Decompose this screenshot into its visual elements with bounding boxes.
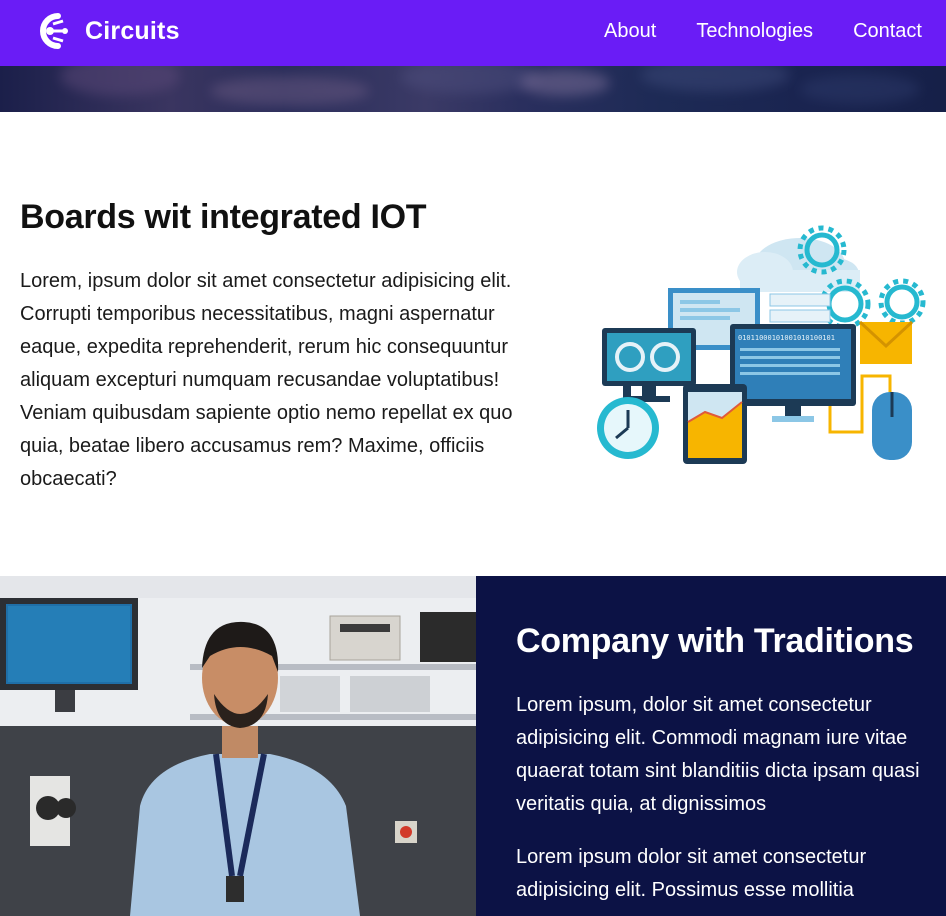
engineer-photo (0, 576, 476, 916)
iot-devices-illustration: 01011000101001010100101 (597, 225, 926, 464)
nav-link-technologies[interactable]: Technologies (696, 20, 813, 43)
iot-section-title: Boards wit integrated IOT (20, 198, 427, 236)
lab-scene (0, 576, 476, 916)
brand-name: Circuits (85, 16, 180, 45)
navbar: Circuits About Technologies Contact (0, 0, 946, 66)
company-paragraph-2: Lorem ipsum dolor sit amet consectetur a… (516, 846, 867, 901)
nav-link-about[interactable]: About (604, 20, 656, 43)
company-section-title: Company with Traditions (516, 622, 914, 660)
nav-link-contact[interactable]: Contact (853, 20, 922, 43)
nav-links: About Technologies Contact (564, 20, 922, 43)
circuits-logo-icon (40, 13, 68, 49)
mouse-icon (872, 392, 912, 460)
tablet-chart (683, 384, 747, 464)
data-monitor: 01011000101001010100101 (730, 324, 856, 422)
envelope-icon (858, 320, 914, 364)
company-section: Company with Traditions Lorem ipsum, dol… (476, 576, 946, 916)
company-paragraph-1: Lorem ipsum, dolor sit amet consectetur … (516, 694, 920, 815)
control-monitor (602, 328, 696, 402)
binary-text: 01011000101001010100101 (738, 334, 835, 342)
hero-image (0, 66, 946, 112)
iot-section-text: Lorem, ipsum dolor sit amet consectetur … (20, 270, 513, 490)
brand-link[interactable]: Circuits (31, 10, 180, 52)
